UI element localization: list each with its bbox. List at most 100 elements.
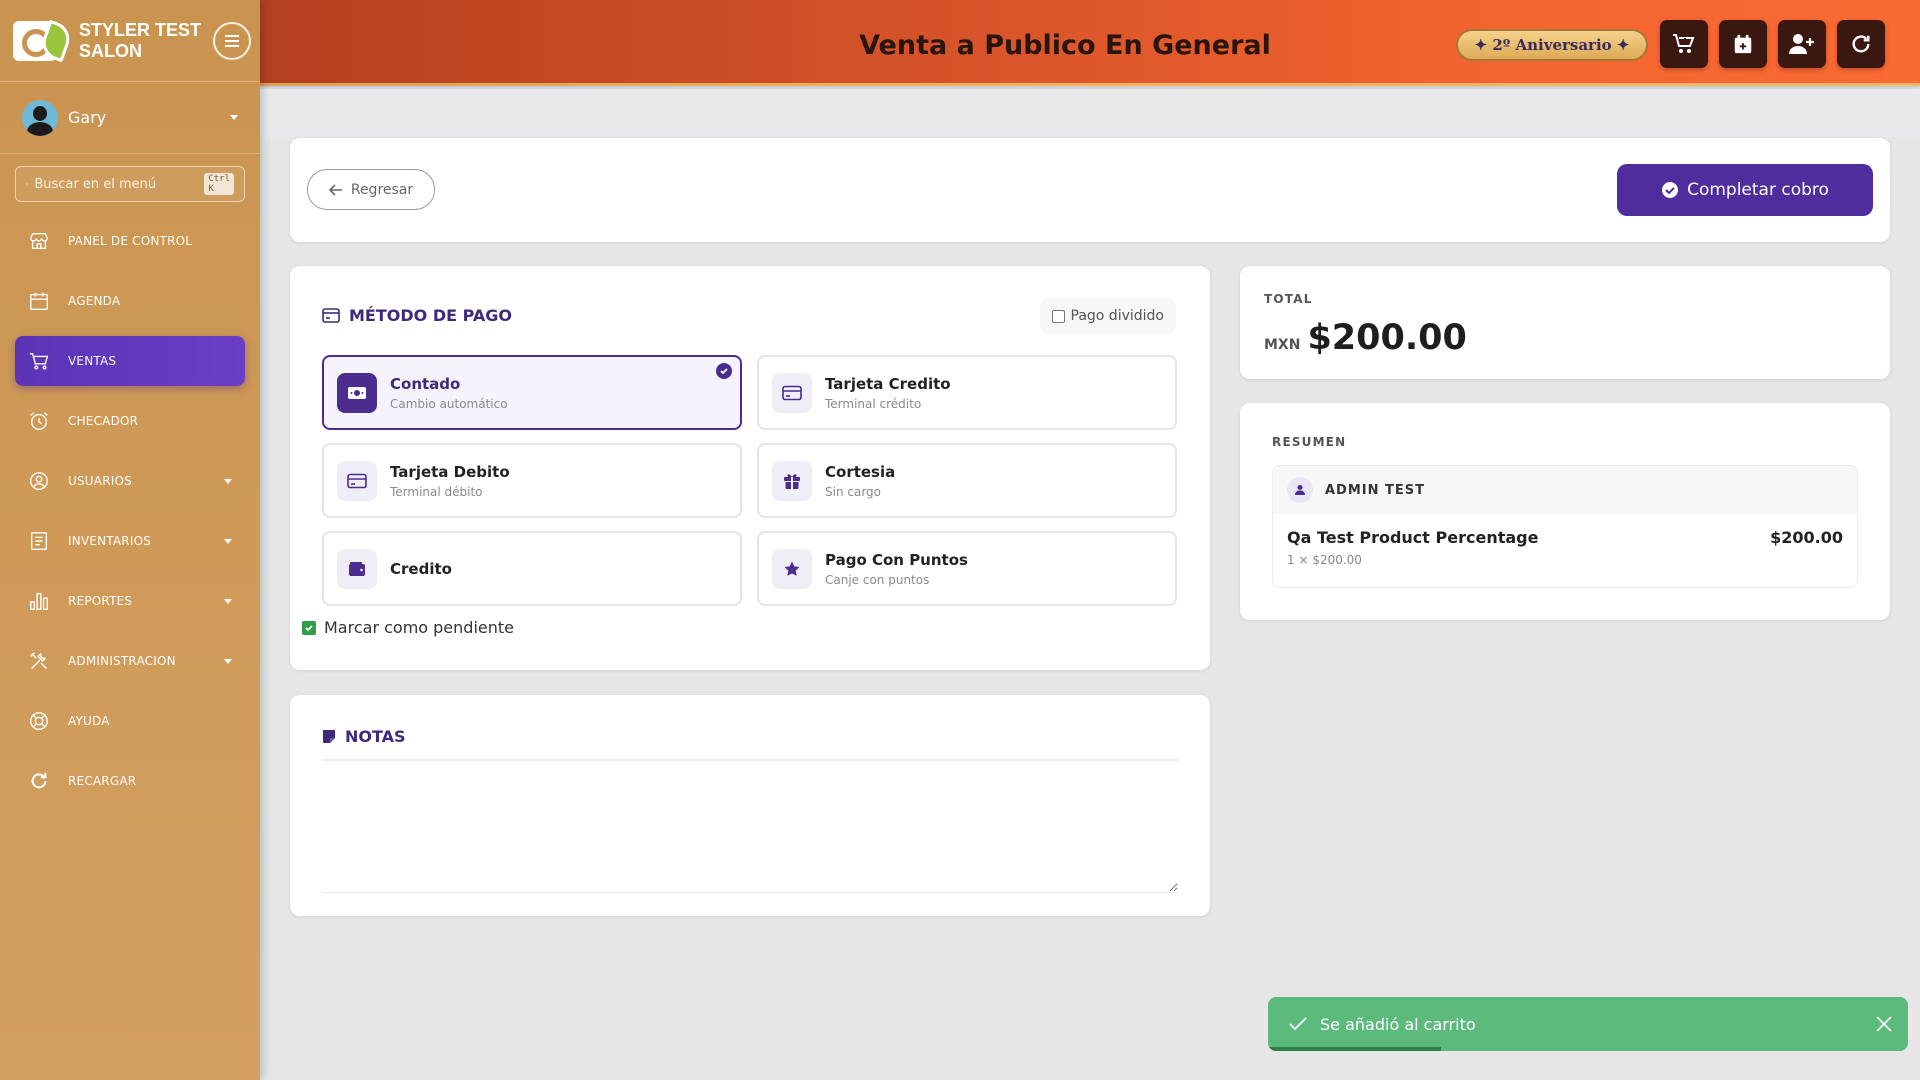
notes-textarea[interactable] <box>322 765 1178 893</box>
option-subtitle: Canje con puntos <box>825 572 930 587</box>
sidebar-item-ventas[interactable]: VENTAS <box>15 336 245 386</box>
option-title: Tarjeta Credito <box>825 374 951 393</box>
summary-title: RESUMEN <box>1272 435 1347 449</box>
search-icon <box>26 183 29 186</box>
calendar-plus-icon <box>1734 34 1752 54</box>
toast-message: Se añadió al carrito <box>1320 1014 1476 1034</box>
sidebar-item-panel[interactable]: PANEL DE CONTROL <box>15 216 245 266</box>
notes-card: NOTAS <box>290 695 1210 916</box>
refresh-icon <box>1852 35 1870 53</box>
summary-item: Qa Test Product Percentage 1 × $200.00 $… <box>1273 514 1857 567</box>
arrow-left-icon <box>328 183 342 196</box>
back-button[interactable]: Regresar <box>307 169 435 210</box>
cash-icon <box>337 372 377 413</box>
star-icon <box>772 548 812 589</box>
back-button-label: Regresar <box>350 181 414 198</box>
refresh-button[interactable] <box>1837 20 1885 68</box>
user-name: Gary <box>68 108 107 127</box>
logo <box>13 19 75 63</box>
mark-pending-checkbox[interactable] <box>302 620 316 635</box>
split-payment-checkbox[interactable] <box>1051 309 1065 323</box>
sidebar-item-label: INVENTARIOS <box>68 534 152 548</box>
tools-icon <box>28 650 50 672</box>
reload-icon <box>28 770 50 792</box>
top-header: Venta a Publico En General ✦ 2º Aniversa… <box>260 0 1920 86</box>
payment-option-tarjeta-debito[interactable]: Tarjeta Debito Terminal débito <box>322 443 742 518</box>
item-price: $200.00 <box>1770 528 1843 547</box>
option-subtitle: Terminal débito <box>390 484 483 499</box>
summary-card: RESUMEN ADMIN TEST Qa Test Product Perce… <box>1240 403 1890 620</box>
payment-option-puntos[interactable]: Pago Con Puntos Canje con puntos <box>757 531 1177 606</box>
user-menu[interactable]: Gary <box>0 82 260 154</box>
client-name: ADMIN TEST <box>1325 482 1426 498</box>
sidebar-item-recargar[interactable]: RECARGAR <box>15 756 245 806</box>
credit-card-icon <box>322 308 340 323</box>
mark-pending-label: Marcar como pendiente <box>324 618 514 637</box>
new-client-button[interactable] <box>1778 20 1826 68</box>
sidebar-item-inventarios[interactable]: INVENTARIOS <box>15 516 245 566</box>
client-group: ADMIN TEST Qa Test Product Percentage 1 … <box>1272 465 1858 588</box>
client-header: ADMIN TEST <box>1273 466 1857 514</box>
item-detail: 1 × $200.00 <box>1287 553 1362 567</box>
payment-option-credito[interactable]: Credito <box>322 531 742 606</box>
chevron-down-icon <box>230 115 238 120</box>
hamburger-icon <box>225 39 239 42</box>
wallet-icon <box>337 548 377 589</box>
sidebar-item-agenda[interactable]: AGENDA <box>15 276 245 326</box>
menu-search-input[interactable] <box>34 176 205 192</box>
sidebar-item-label: VENTAS <box>68 354 117 368</box>
sidebar-item-label: RECARGAR <box>68 774 137 788</box>
split-payment-label: Pago dividido <box>1070 308 1164 324</box>
subheader-strip <box>260 89 1920 137</box>
option-title: Contado <box>390 374 461 393</box>
sticky-note-icon <box>323 730 335 743</box>
new-appointment-button[interactable] <box>1719 20 1767 68</box>
sidebar-item-administracion[interactable]: ADMINISTRACION <box>15 636 245 686</box>
lifebuoy-icon <box>28 710 50 732</box>
option-title: Pago Con Puntos <box>825 550 968 569</box>
mark-pending-toggle[interactable]: Marcar como pendiente <box>302 618 514 637</box>
total-label: TOTAL <box>1264 292 1313 306</box>
item-name: Qa Test Product Percentage <box>1287 528 1539 547</box>
alarm-clock-icon <box>28 410 50 432</box>
brand: STYLER TEST SALON <box>0 0 260 82</box>
selected-check-icon <box>716 363 732 379</box>
action-bar: Regresar Completar cobro <box>290 138 1890 242</box>
sidebar: STYLER TEST SALON Gary Ctrl K PANEL DE C… <box>0 0 260 1080</box>
cart-plus-icon <box>1673 34 1695 53</box>
close-icon[interactable] <box>1874 1014 1894 1034</box>
toast-notification: Se añadió al carrito <box>1268 997 1908 1051</box>
total-amount: $200.00 <box>1307 318 1467 358</box>
gift-icon <box>772 460 812 501</box>
credit-card-icon <box>772 372 812 413</box>
sidebar-item-label: REPORTES <box>68 594 133 608</box>
sidebar-nav: PANEL DE CONTROL AGENDA VENTAS CHECADOR … <box>0 216 260 806</box>
toast-progress-bar <box>1268 1047 1441 1051</box>
split-payment-toggle[interactable]: Pago dividido <box>1039 298 1176 334</box>
payment-method-card: MÉTODO DE PAGO Pago dividido Contado Camb… <box>290 266 1210 670</box>
menu-search[interactable]: Ctrl K <box>15 166 245 202</box>
divider <box>322 759 1178 761</box>
complete-payment-button[interactable]: Completar cobro <box>1617 164 1873 216</box>
menu-toggle-button[interactable] <box>213 21 251 60</box>
option-subtitle: Cambio automático <box>390 396 508 411</box>
new-sale-button[interactable] <box>1660 20 1708 68</box>
option-title: Tarjeta Debito <box>390 462 510 481</box>
sidebar-item-label: CHECADOR <box>68 414 139 428</box>
debit-card-icon <box>337 460 377 501</box>
anniversary-badge[interactable]: ✦ 2º Aniversario ✦ <box>1456 29 1648 61</box>
sidebar-item-checador[interactable]: CHECADOR <box>15 396 245 446</box>
sidebar-item-ayuda[interactable]: AYUDA <box>15 696 245 746</box>
check-circle-icon <box>1662 182 1679 198</box>
payment-option-contado[interactable]: Contado Cambio automático <box>322 355 742 430</box>
sidebar-item-label: PANEL DE CONTROL <box>68 234 193 248</box>
store-icon <box>28 230 50 252</box>
list-icon <box>28 530 50 552</box>
sidebar-item-usuarios[interactable]: USUARIOS <box>15 456 245 506</box>
payment-option-tarjeta-credito[interactable]: Tarjeta Credito Terminal crédito <box>757 355 1177 430</box>
chevron-down-icon <box>224 658 232 664</box>
sidebar-item-reportes[interactable]: REPORTES <box>15 576 245 626</box>
check-icon <box>1289 1017 1307 1031</box>
cart-icon <box>28 350 50 372</box>
payment-option-cortesia[interactable]: Cortesia Sin cargo <box>757 443 1177 518</box>
